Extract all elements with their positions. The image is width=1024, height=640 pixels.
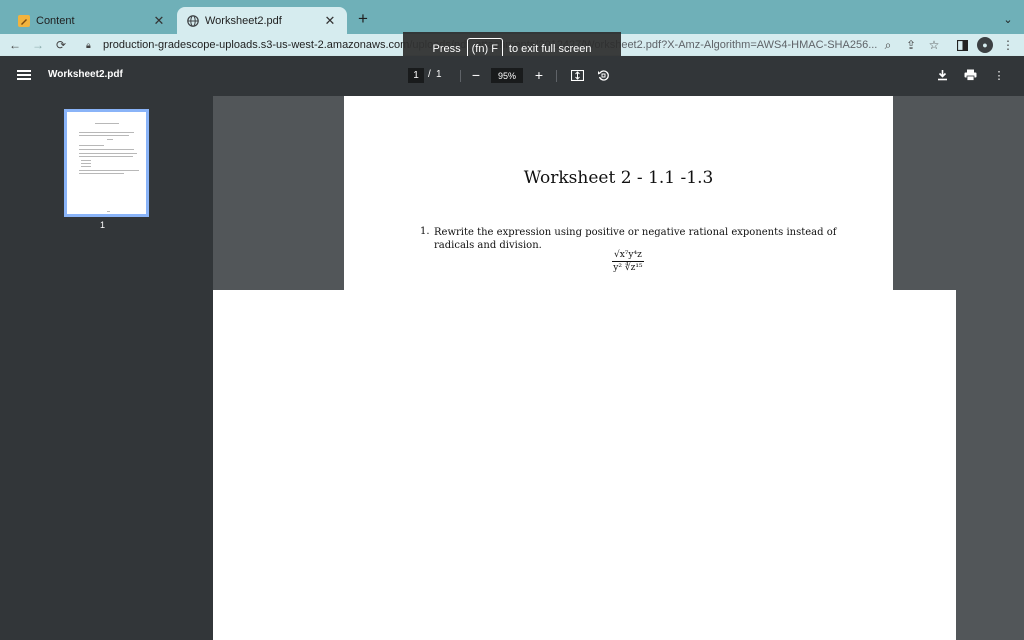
- rotate-icon[interactable]: [595, 67, 611, 83]
- download-icon[interactable]: [934, 67, 950, 83]
- tab-title: Worksheet2.pdf: [205, 14, 282, 27]
- more-vert-icon[interactable]: ⋮: [999, 36, 1017, 54]
- toast-text-before: Press: [432, 43, 461, 55]
- expression-numerator: √x⁷y⁴z: [612, 250, 644, 262]
- pencil-icon: [18, 14, 30, 27]
- zoom-icon[interactable]: ⌕: [879, 36, 897, 54]
- pdf-page: Worksheet 2 - 1.1 -1.3 1. Rewrite the ex…: [344, 96, 893, 290]
- expression-denominator: y² ∜z¹⁵: [613, 263, 643, 273]
- lock-icon: 🔒︎: [86, 39, 91, 50]
- question-number: 1.: [420, 226, 430, 237]
- side-panel-icon[interactable]: [953, 36, 971, 54]
- forward-arrow-icon[interactable]: →: [29, 36, 47, 54]
- pdf-toolbar: Worksheet2.pdf 1 / 1 − 95% + ⋮: [0, 56, 1024, 96]
- pdf-file-name: Worksheet2.pdf: [48, 69, 123, 80]
- menu-icon[interactable]: [17, 68, 31, 82]
- fit-page-icon[interactable]: [569, 67, 585, 83]
- page-thumbnail[interactable]: [64, 109, 149, 217]
- url-domain: production-gradescope-uploads.s3-us-west…: [103, 39, 410, 51]
- globe-icon: [187, 14, 199, 27]
- tab-worksheet2[interactable]: Worksheet2.pdf ✕: [177, 7, 347, 34]
- tab-content[interactable]: Content ✕: [8, 7, 176, 34]
- page-number-input[interactable]: 1: [408, 68, 424, 83]
- math-expression: √x⁷y⁴z y² ∜z¹⁵: [612, 250, 644, 273]
- page-total: 1: [436, 69, 442, 80]
- more-vert-icon[interactable]: ⋮: [991, 67, 1007, 83]
- divider: [556, 70, 557, 82]
- profile-avatar[interactable]: ●: [977, 37, 993, 53]
- star-icon[interactable]: ☆: [925, 36, 943, 54]
- tab-title: Content: [36, 14, 75, 27]
- chevron-down-icon[interactable]: ⌄: [998, 9, 1018, 29]
- close-icon[interactable]: ✕: [323, 13, 337, 28]
- divider: [460, 70, 461, 82]
- print-icon[interactable]: [962, 67, 978, 83]
- new-tab-button[interactable]: +: [353, 9, 373, 29]
- share-icon[interactable]: ⇪: [902, 36, 920, 54]
- back-arrow-icon[interactable]: ←: [6, 36, 24, 54]
- close-icon[interactable]: ✕: [152, 13, 166, 28]
- blank-render-area: [213, 290, 956, 640]
- thumbnail-sidebar: 1: [0, 96, 213, 640]
- zoom-level-input[interactable]: 95%: [491, 68, 523, 83]
- thumbnail-page-label: 1: [100, 220, 106, 230]
- reload-icon[interactable]: ⟳: [52, 36, 70, 54]
- toast-text-after: to exit full screen: [508, 43, 592, 55]
- zoom-in-button[interactable]: +: [531, 67, 547, 83]
- zoom-out-button[interactable]: −: [468, 67, 484, 83]
- page-separator: /: [428, 69, 431, 80]
- document-title: Worksheet 2 - 1.1 -1.3: [523, 168, 714, 188]
- tab-strip: Content ✕ Worksheet2.pdf ✕ + ⌄: [0, 0, 1024, 34]
- question-text: Rewrite the expression using positive or…: [434, 227, 837, 251]
- viewer-background-strip: [956, 290, 1024, 640]
